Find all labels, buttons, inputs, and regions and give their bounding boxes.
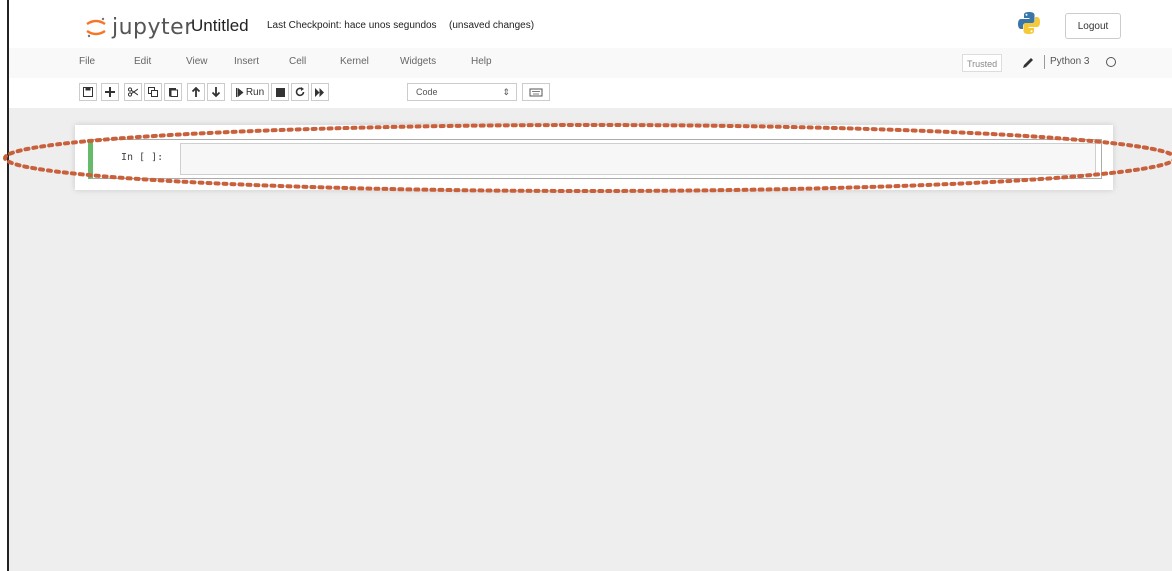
menu-file[interactable]: File bbox=[79, 56, 95, 67]
keyboard-icon bbox=[529, 88, 543, 97]
save-icon bbox=[83, 87, 93, 97]
jupyter-logo-text: jupyter bbox=[112, 14, 194, 40]
kernel-name: Python 3 bbox=[1044, 55, 1089, 69]
command-palette-button[interactable] bbox=[522, 83, 550, 101]
paste-button[interactable] bbox=[164, 83, 182, 101]
jupyter-logo[interactable]: jupyter bbox=[84, 13, 194, 41]
fast-forward-icon bbox=[315, 87, 324, 97]
cell-prompt: In [ ]: bbox=[121, 152, 164, 163]
menu-insert[interactable]: Insert bbox=[234, 56, 259, 67]
run-button[interactable]: Run bbox=[231, 83, 269, 101]
restart-icon bbox=[295, 87, 305, 97]
trusted-indicator[interactable]: Trusted bbox=[962, 54, 1003, 72]
copy-button[interactable] bbox=[144, 83, 162, 101]
pencil-icon[interactable] bbox=[1022, 57, 1034, 69]
paste-icon bbox=[169, 88, 178, 97]
jupyter-logo-icon bbox=[86, 17, 106, 38]
restart-button[interactable] bbox=[291, 83, 309, 101]
save-button[interactable] bbox=[79, 83, 97, 101]
toolbar: Run bbox=[9, 78, 1172, 108]
unsaved-status: (unsaved changes) bbox=[449, 20, 535, 31]
run-all-button[interactable] bbox=[311, 83, 329, 101]
menu-edit[interactable]: Edit bbox=[134, 56, 151, 67]
window-left-edge bbox=[0, 0, 9, 571]
copy-icon bbox=[148, 87, 158, 97]
checkpoint-status: Last Checkpoint: hace unos segundos bbox=[267, 20, 437, 31]
python-logo-icon bbox=[1018, 12, 1040, 34]
step-forward-icon bbox=[235, 87, 244, 97]
logout-button[interactable]: Logout bbox=[1065, 13, 1121, 39]
menu-widgets[interactable]: Widgets bbox=[400, 56, 436, 67]
cell-type-value: Code bbox=[416, 87, 438, 97]
interrupt-button[interactable] bbox=[271, 83, 289, 101]
menu-help[interactable]: Help bbox=[471, 56, 492, 67]
menu-kernel[interactable]: Kernel bbox=[340, 56, 369, 67]
stop-icon bbox=[275, 87, 285, 97]
run-button-label: Run bbox=[245, 86, 265, 98]
notebook-header: jupyter Untitled Last Checkpoint: hace u… bbox=[9, 0, 1172, 108]
insert-cell-button[interactable] bbox=[101, 83, 119, 101]
arrow-up-icon bbox=[191, 87, 201, 97]
cell-input-area[interactable] bbox=[180, 143, 1096, 175]
arrow-down-icon bbox=[211, 87, 221, 97]
updown-arrow-icon: ⇕ bbox=[502, 87, 510, 97]
cell-type-select[interactable]: Code ⇕ bbox=[407, 83, 517, 101]
menu-view[interactable]: View bbox=[186, 56, 208, 67]
notebook-title[interactable]: Untitled bbox=[191, 16, 249, 36]
scissors-icon bbox=[128, 87, 138, 97]
plus-icon bbox=[105, 87, 115, 97]
cut-button[interactable] bbox=[124, 83, 142, 101]
move-down-button[interactable] bbox=[207, 83, 225, 101]
menu-cell[interactable]: Cell bbox=[289, 56, 306, 67]
kernel-status-icon bbox=[1106, 57, 1116, 67]
move-up-button[interactable] bbox=[187, 83, 205, 101]
